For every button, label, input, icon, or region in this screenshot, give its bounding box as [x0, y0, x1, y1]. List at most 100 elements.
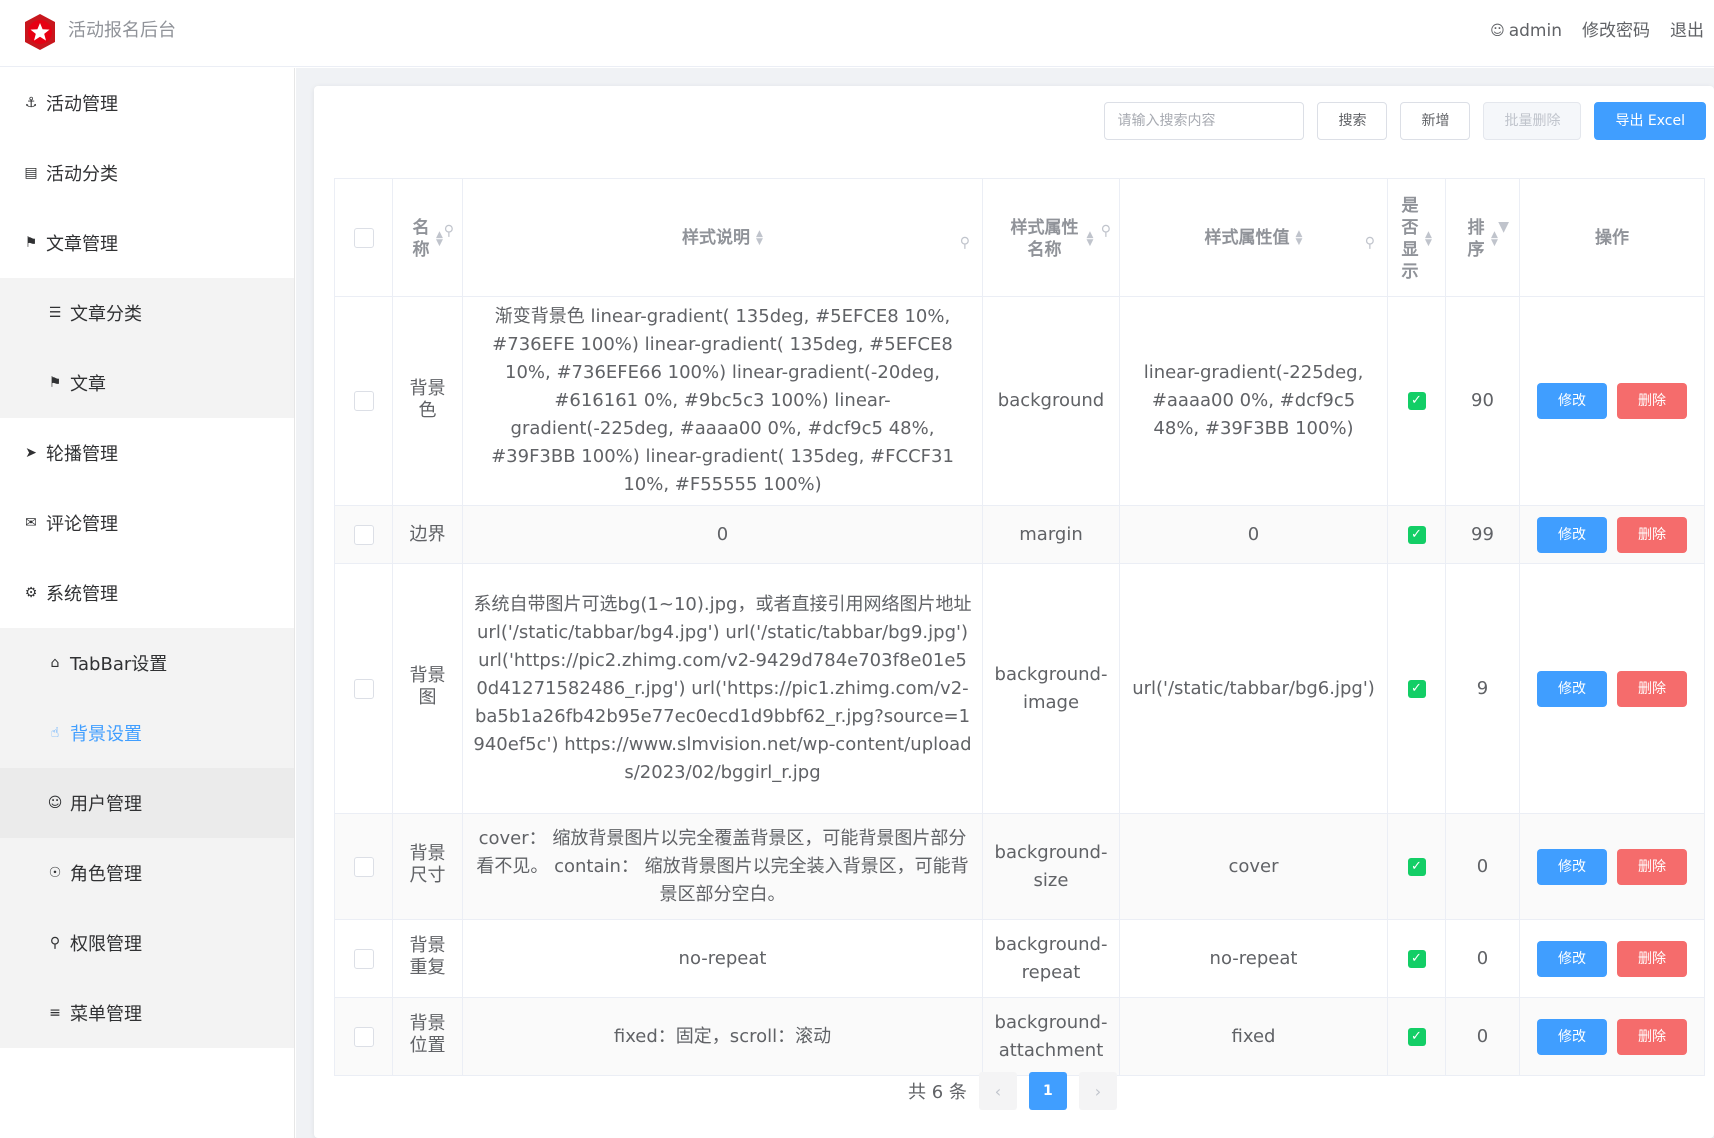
- th-name[interactable]: 名称 ▲ ▼ ⚲: [392, 178, 463, 297]
- batch-delete-button[interactable]: 批量删除: [1483, 102, 1582, 140]
- search-button[interactable]: 搜索: [1317, 102, 1388, 140]
- prev-page-button[interactable]: ‹: [978, 1072, 1017, 1110]
- sidebar-item-roles[interactable]: ☉ 角色管理: [0, 838, 294, 908]
- cell-prop-name: background-size: [982, 813, 1120, 920]
- add-button[interactable]: 新增: [1400, 102, 1471, 140]
- gear-icon: ⚙: [24, 585, 38, 601]
- show-checkbox-checked[interactable]: ✓: [1407, 525, 1426, 544]
- logout-link[interactable]: 退出: [1670, 18, 1704, 44]
- pagination-total: 共 6 条: [908, 1082, 967, 1103]
- show-checkbox-checked[interactable]: ✓: [1407, 679, 1426, 698]
- sort-icon[interactable]: ▲ ▼: [1425, 231, 1432, 248]
- search-filter-icon[interactable]: ⚲: [1101, 217, 1111, 245]
- edit-button[interactable]: 修改: [1537, 516, 1607, 553]
- sidebar-item-article-management[interactable]: ⚑ 文章管理: [0, 208, 294, 278]
- sidebar-item-comments[interactable]: ✉ 评论管理: [0, 488, 294, 558]
- table-row: 边界 0 margin 0 ✓ 99 修改 删除: [334, 505, 1705, 564]
- delete-button[interactable]: 删除: [1617, 670, 1687, 707]
- cell-prop-value: cover: [1119, 813, 1388, 920]
- row-checkbox[interactable]: [353, 948, 374, 969]
- search-filter-icon[interactable]: ⚲: [444, 217, 454, 245]
- table-row: 背景重复 no-repeat background-repeat no-repe…: [334, 919, 1705, 998]
- sort-icon[interactable]: ▲ ▼: [1087, 231, 1094, 248]
- th-desc[interactable]: 样式说明 ▲ ▼ ⚲: [462, 178, 983, 297]
- sidebar-item-label: 权限管理: [70, 934, 142, 955]
- username: admin: [1508, 21, 1562, 41]
- delete-button[interactable]: 删除: [1617, 940, 1687, 977]
- cell-order: 90: [1445, 296, 1520, 506]
- menu-icon: ≡: [49, 1005, 61, 1021]
- cell-prop-name: background-image: [982, 563, 1120, 814]
- show-checkbox-checked[interactable]: ✓: [1407, 949, 1426, 968]
- sidebar-item-menus[interactable]: ≡ 菜单管理: [0, 978, 294, 1048]
- sidebar-item-carousel[interactable]: ➤ 轮播管理: [0, 418, 294, 488]
- edit-button[interactable]: 修改: [1537, 940, 1607, 977]
- cell-order: 9: [1445, 563, 1520, 814]
- row-checkbox[interactable]: [353, 391, 374, 411]
- role-icon: ☉: [48, 865, 62, 881]
- edit-button[interactable]: 修改: [1537, 383, 1607, 419]
- sidebar-item-tabbar[interactable]: ⌂ TabBar设置: [0, 628, 294, 698]
- top-header: 活动报名后台 ☺ admin 修改密码 退出: [0, 0, 1714, 67]
- cell-order: 0: [1445, 813, 1520, 920]
- delete-button[interactable]: 删除: [1617, 383, 1687, 419]
- show-checkbox-checked[interactable]: ✓: [1407, 1027, 1426, 1046]
- change-password-link[interactable]: 修改密码: [1582, 18, 1650, 44]
- show-checkbox-checked[interactable]: ✓: [1407, 857, 1426, 876]
- row-checkbox[interactable]: [353, 1026, 374, 1047]
- sidebar-item-article[interactable]: ⚑ 文章: [0, 348, 294, 418]
- cell-prop-name: background-attachment: [982, 997, 1120, 1076]
- sort-icon[interactable]: ▲ ▼: [756, 229, 763, 246]
- cell-prop-value: no-repeat: [1119, 919, 1388, 998]
- th-show[interactable]: 是否显示 ▲ ▼: [1387, 178, 1446, 297]
- sort-icon[interactable]: ▲ ▼: [1491, 231, 1498, 248]
- cell-desc: 0: [462, 505, 983, 564]
- search-filter-icon[interactable]: ⚲: [1365, 229, 1375, 257]
- filter-funnel-icon[interactable]: ▼: [1498, 213, 1509, 241]
- sidebar-item-activity[interactable]: ⚓ 活动管理: [0, 68, 294, 138]
- sidebar-item-background[interactable]: ☝ 背景设置: [0, 698, 294, 768]
- main-content: 搜索 新增 批量删除 导出 Excel 名称 ▲▼ ⚲ 样式说明 ▲▼ ⚲: [296, 68, 1714, 1138]
- edit-button[interactable]: 修改: [1537, 848, 1607, 885]
- sidebar-item-activity-category[interactable]: ▤ 活动分类: [0, 138, 294, 208]
- delete-button[interactable]: 删除: [1617, 1018, 1687, 1055]
- cell-prop-value: url('/static/tabbar/bg6.jpg'): [1119, 563, 1388, 814]
- search-filter-icon[interactable]: ⚲: [960, 229, 970, 257]
- sidebar-item-label: 评论管理: [46, 514, 118, 535]
- th-prop-value[interactable]: 样式属性值 ▲ ▼ ⚲: [1119, 178, 1388, 297]
- sidebar-item-users[interactable]: ☺ 用户管理: [0, 768, 294, 838]
- search-input[interactable]: [1104, 102, 1305, 140]
- sort-icon[interactable]: ▲ ▼: [1296, 229, 1303, 246]
- table-header-row: 名称 ▲ ▼ ⚲ 样式说明 ▲ ▼ ⚲ 样式属性名称 ▲ ▼ ⚲ 样式属性值 ▲ ▼ ⚲: [334, 178, 1705, 297]
- header-actions: ☺ admin 修改密码 退出: [1490, 18, 1704, 44]
- sort-icon[interactable]: ▲ ▼: [436, 231, 443, 248]
- show-checkbox-checked[interactable]: ✓: [1407, 392, 1426, 410]
- toolbar: 搜索 新增 批量删除 导出 Excel: [1104, 102, 1706, 140]
- sidebar: ⚓ 活动管理 ▤ 活动分类 ⚑ 文章管理 ☰ 文章分类 ⚑ 文章 ➤ 轮播管理 …: [0, 68, 295, 1138]
- sidebar-item-permissions[interactable]: ⚲ 权限管理: [0, 908, 294, 978]
- sidebar-item-label: 系统管理: [46, 584, 118, 605]
- app-title: 活动报名后台: [68, 20, 176, 41]
- cell-prop-name: background: [982, 296, 1120, 506]
- sidebar-item-article-category[interactable]: ☰ 文章分类: [0, 278, 294, 348]
- user-menu[interactable]: ☺ admin: [1490, 18, 1562, 44]
- delete-button[interactable]: 删除: [1617, 516, 1687, 553]
- cell-name: 背景位置: [409, 1013, 446, 1056]
- next-page-button[interactable]: ›: [1078, 1072, 1117, 1110]
- sidebar-item-system[interactable]: ⚙ 系统管理: [0, 558, 294, 628]
- cell-prop-name: margin: [982, 505, 1120, 564]
- export-excel-button[interactable]: 导出 Excel: [1594, 102, 1706, 140]
- th-order[interactable]: 排序 ▲ ▼ ▼: [1445, 178, 1520, 297]
- row-checkbox[interactable]: [353, 524, 374, 545]
- th-prop-name[interactable]: 样式属性名称 ▲ ▼ ⚲: [982, 178, 1120, 297]
- delete-button[interactable]: 删除: [1617, 848, 1687, 885]
- select-all-checkbox[interactable]: [353, 227, 374, 248]
- edit-button[interactable]: 修改: [1537, 1018, 1607, 1055]
- row-checkbox[interactable]: [353, 856, 374, 877]
- edit-button[interactable]: 修改: [1537, 670, 1607, 707]
- row-checkbox[interactable]: [353, 678, 374, 699]
- sidebar-item-label: 用户管理: [70, 794, 142, 815]
- th-ops: 操作: [1519, 178, 1705, 297]
- page-number-current[interactable]: 1: [1028, 1072, 1067, 1110]
- cell-prop-name: background-repeat: [982, 919, 1120, 998]
